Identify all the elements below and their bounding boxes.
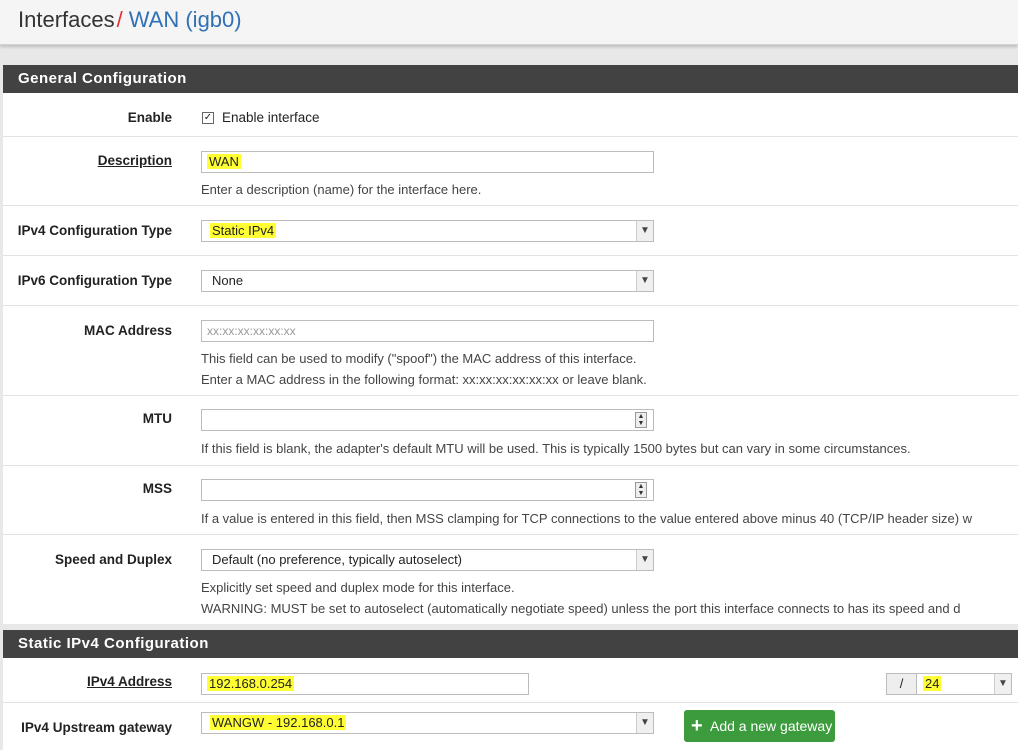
breadcrumb-page-link[interactable]: WAN (igb0) [129, 7, 242, 32]
check-icon: ✓ [203, 112, 213, 123]
spinner-icon[interactable]: ▲ ▼ [635, 482, 647, 498]
cidr-select[interactable]: 24 ▼ [916, 673, 1012, 695]
row-ipv4-type: IPv4 Configuration Type Static IPv4 ▼ [3, 206, 1018, 256]
panel-heading-general: General Configuration [3, 65, 1018, 93]
row-description: Description WAN Enter a description (nam… [3, 137, 1018, 206]
description-input[interactable]: WAN [201, 151, 654, 173]
description-help: Enter a description (name) for the inter… [201, 182, 482, 197]
mac-address-help-2: Enter a MAC address in the following for… [201, 372, 647, 387]
speed-duplex-help-1: Explicitly set speed and duplex mode for… [201, 580, 515, 595]
row-enable: Enable ✓ Enable interface [3, 93, 1018, 137]
plus-icon: + [691, 715, 703, 737]
mac-address-input[interactable]: xx:xx:xx:xx:xx:xx [201, 320, 654, 342]
row-ipv4-gateway: IPv4 Upstream gateway WANGW - 192.168.0.… [3, 703, 1018, 750]
row-speed-duplex: Speed and Duplex Default (no preference,… [3, 535, 1018, 624]
ipv4-gateway-select[interactable]: WANGW - 192.168.0.1 ▼ [201, 712, 654, 734]
spinner-icon[interactable]: ▲ ▼ [635, 412, 647, 428]
mac-address-label: MAC Address [83, 323, 172, 338]
enable-checkbox-text: Enable interface [222, 110, 320, 125]
mss-label: MSS [142, 481, 172, 496]
add-gateway-button[interactable]: + Add a new gateway [684, 710, 835, 742]
row-mss: MSS ▲ ▼ If a value is entered in this fie… [3, 466, 1018, 535]
row-ipv4-address: IPv4 Address 192.168.0.254 / 24 ▼ [3, 658, 1018, 703]
panel-heading-static-ipv4: Static IPv4 Configuration [3, 630, 1018, 658]
ipv6-type-value: None [212, 273, 244, 288]
speed-duplex-value: Default (no preference, typically autose… [212, 552, 463, 567]
general-configuration-panel: General Configuration Enable ✓ Enable in… [3, 65, 1018, 624]
ipv4-address-input[interactable]: 192.168.0.254 [201, 673, 529, 695]
static-ipv4-panel: Static IPv4 Configuration IPv4 Address 1… [3, 630, 1018, 750]
chevron-down-icon: ▼ [994, 674, 1011, 694]
mtu-input[interactable]: ▲ ▼ [201, 409, 654, 431]
mac-address-help-1: This field can be used to modify ("spoof… [201, 351, 637, 366]
row-ipv6-type: IPv6 Configuration Type None ▼ [3, 256, 1018, 306]
ipv4-type-label: IPv4 Configuration Type [17, 223, 172, 238]
chevron-down-icon: ▼ [636, 221, 653, 241]
ipv4-type-select[interactable]: Static IPv4 ▼ [201, 220, 654, 242]
ipv4-gateway-value: WANGW - 192.168.0.1 [210, 715, 347, 730]
ipv4-type-value: Static IPv4 [210, 223, 277, 238]
mss-input[interactable]: ▲ ▼ [201, 479, 654, 501]
mac-address-placeholder: xx:xx:xx:xx:xx:xx [207, 324, 296, 338]
ipv6-type-select[interactable]: None ▼ [201, 270, 654, 292]
ipv4-gateway-label: IPv4 Upstream gateway [21, 720, 172, 735]
cidr-value: 24 [923, 676, 942, 691]
mss-help: If a value is entered in this field, the… [201, 511, 973, 526]
breadcrumb-separator: / [116, 7, 123, 32]
cidr-slash-addon: / [886, 673, 917, 695]
description-value: WAN [207, 154, 241, 169]
speed-duplex-select[interactable]: Default (no preference, typically autose… [201, 549, 654, 571]
row-mac-address: MAC Address xx:xx:xx:xx:xx:xx This field… [3, 306, 1018, 396]
chevron-down-icon: ▼ [636, 713, 653, 733]
description-label: Description [97, 153, 172, 168]
chevron-down-icon: ▼ [636, 271, 653, 291]
row-mtu: MTU ▲ ▼ If this field is blank, the adapt… [3, 396, 1018, 466]
ipv6-type-label: IPv6 Configuration Type [17, 273, 172, 288]
mtu-label: MTU [142, 411, 172, 426]
mtu-help: If this field is blank, the adapter's de… [201, 441, 911, 456]
enable-checkbox[interactable]: ✓ [202, 112, 214, 124]
speed-duplex-label: Speed and Duplex [54, 552, 172, 567]
chevron-down-icon: ▼ [636, 550, 653, 570]
breadcrumb-section: Interfaces [18, 7, 115, 32]
ipv4-address-value: 192.168.0.254 [207, 676, 295, 691]
breadcrumb: Interfaces/WAN (igb0) [18, 7, 242, 33]
speed-duplex-help-2: WARNING: MUST be set to autoselect (auto… [201, 601, 961, 616]
page-header: Interfaces/WAN (igb0) [0, 0, 1018, 45]
enable-label: Enable [127, 110, 172, 125]
add-gateway-button-label: Add a new gateway [710, 718, 833, 734]
ipv4-address-label: IPv4 Address [86, 674, 172, 689]
